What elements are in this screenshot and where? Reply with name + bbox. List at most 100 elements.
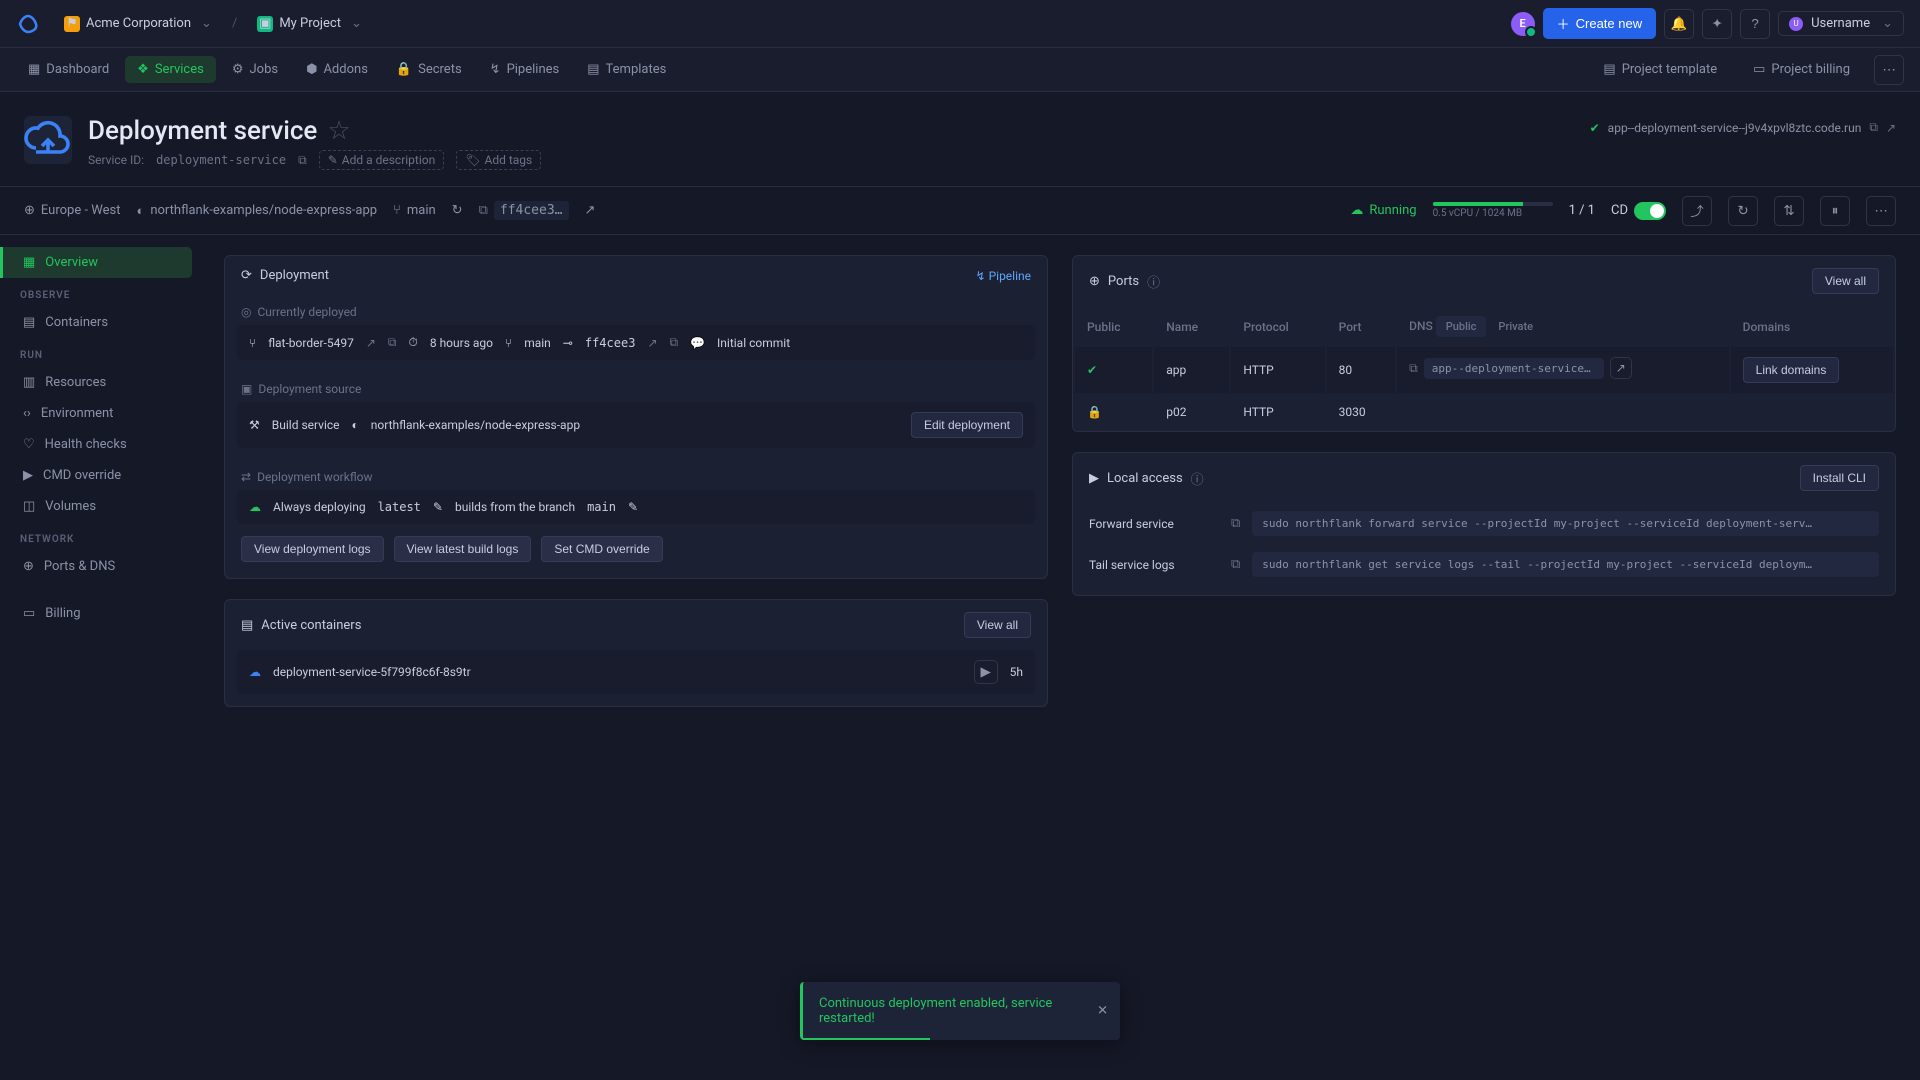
scale-button[interactable]: ⇅ bbox=[1774, 196, 1804, 226]
sidebar-section-observe: OBSERVE bbox=[0, 278, 200, 307]
help-icon[interactable]: ⓘ bbox=[1191, 469, 1204, 488]
tail-command[interactable]: sudo northflank get service logs --tail … bbox=[1252, 552, 1879, 577]
question-icon: ? bbox=[1751, 16, 1758, 31]
wf-prefix: Always deploying bbox=[273, 500, 366, 514]
external-link-icon[interactable]: ↗ bbox=[1886, 121, 1896, 135]
sidebar-volumes[interactable]: ◫Volumes bbox=[0, 491, 200, 522]
pipeline-link[interactable]: ↯ Pipeline bbox=[976, 269, 1031, 283]
install-cli-button[interactable]: Install CLI bbox=[1800, 465, 1879, 491]
copy-icon[interactable]: ⧉ bbox=[1869, 120, 1878, 135]
repo-link[interactable]: ◐northflank-examples/node-express-app bbox=[136, 203, 377, 219]
upload-button[interactable]: ⤴ bbox=[1682, 196, 1712, 226]
project-template-button[interactable]: ▤Project template bbox=[1591, 56, 1729, 83]
tab-dashboard[interactable]: ▦Dashboard bbox=[16, 56, 121, 83]
local-access-title: Local access bbox=[1107, 471, 1183, 486]
sidebar-billing[interactable]: ▭Billing bbox=[0, 598, 200, 629]
copy-icon[interactable]: ⧉ bbox=[298, 153, 307, 168]
copy-icon[interactable]: ⧉ bbox=[670, 335, 679, 350]
breadcrumb: ⚑ Acme Corporation ⌄ / ▣ My Project ⌄ bbox=[56, 12, 370, 36]
disk-icon: ◫ bbox=[23, 499, 35, 514]
source-repo[interactable]: northflank-examples/node-express-app bbox=[371, 418, 580, 432]
copy-icon[interactable]: ⧉ bbox=[1231, 557, 1240, 572]
container-terminal-button[interactable]: ▶ bbox=[974, 660, 998, 684]
dns-private-pill[interactable]: Private bbox=[1488, 316, 1543, 337]
help-button[interactable]: ? bbox=[1740, 9, 1770, 39]
container-icon: ▤ bbox=[241, 618, 253, 633]
org-selector[interactable]: ⚑ Acme Corporation ⌄ bbox=[56, 12, 220, 36]
tab-pipelines[interactable]: ↯Pipelines bbox=[478, 56, 572, 83]
sidebar-section-run: RUN bbox=[0, 338, 200, 367]
project-more-button[interactable]: ⋯ bbox=[1874, 55, 1904, 85]
clock-icon: ⏱ bbox=[408, 335, 417, 350]
pause-button[interactable]: ⏸ bbox=[1820, 196, 1850, 226]
build-name[interactable]: flat-border-5497 bbox=[268, 336, 354, 350]
set-cmd-override-button[interactable]: Set CMD override bbox=[541, 536, 662, 562]
tab-templates[interactable]: ▤Templates bbox=[575, 56, 678, 83]
star-icon[interactable]: ☆ bbox=[327, 116, 350, 146]
external-link-icon[interactable]: ↗ bbox=[1610, 357, 1632, 379]
restart-button[interactable]: ↻ bbox=[1728, 196, 1758, 226]
sidebar-overview[interactable]: ▦Overview bbox=[0, 247, 192, 278]
project-name: My Project bbox=[279, 16, 341, 31]
tab-secrets[interactable]: 🔒Secrets bbox=[384, 56, 474, 83]
notifications-button[interactable]: 🔔 bbox=[1664, 9, 1694, 39]
service-title: Deployment service bbox=[88, 116, 317, 146]
message-icon: 💬 bbox=[690, 336, 705, 350]
rocket-icon: ✦ bbox=[1712, 16, 1723, 32]
refresh-button[interactable]: ↻ bbox=[452, 203, 463, 218]
sidebar-containers[interactable]: ▤Containers bbox=[0, 307, 200, 338]
branch-label[interactable]: ⑂main bbox=[393, 203, 436, 218]
external-link-button[interactable]: ↗ bbox=[585, 203, 596, 218]
more-actions-button[interactable]: ⋯ bbox=[1866, 196, 1896, 226]
external-link-icon[interactable]: ↗ bbox=[647, 336, 657, 350]
view-all-containers-button[interactable]: View all bbox=[964, 612, 1031, 638]
link-domains-button[interactable]: Link domains bbox=[1743, 357, 1840, 383]
sidebar-health[interactable]: ♡Health checks bbox=[0, 429, 200, 460]
view-build-logs-button[interactable]: View latest build logs bbox=[394, 536, 532, 562]
resource-usage: 0.5 vCPU / 1024 MB bbox=[1433, 202, 1553, 219]
service-id: deployment-service bbox=[156, 153, 286, 167]
external-link-icon[interactable]: ↗ bbox=[366, 336, 376, 350]
sidebar-environment[interactable]: ‹›Environment bbox=[0, 398, 200, 429]
project-billing-button[interactable]: ▭Project billing bbox=[1741, 56, 1862, 83]
help-icon[interactable]: ⓘ bbox=[1147, 272, 1160, 291]
sidebar-ports[interactable]: ⊕Ports & DNS bbox=[0, 551, 200, 582]
add-description-button[interactable]: ✎Add a description bbox=[319, 150, 445, 170]
forward-command[interactable]: sudo northflank forward service --projec… bbox=[1252, 511, 1879, 536]
view-all-ports-button[interactable]: View all bbox=[1812, 268, 1879, 294]
view-deploy-logs-button[interactable]: View deployment logs bbox=[241, 536, 384, 562]
user-menu[interactable]: U Username ⌄ bbox=[1778, 11, 1904, 36]
wf-mid: builds from the branch bbox=[455, 500, 575, 514]
tab-addons[interactable]: ⬢Addons bbox=[294, 56, 380, 83]
plus-icon: ＋ bbox=[1557, 14, 1570, 33]
tab-services[interactable]: ❖Services bbox=[125, 56, 216, 83]
cd-toggle[interactable] bbox=[1634, 202, 1666, 220]
toast-close-button[interactable]: ✕ bbox=[1097, 1004, 1108, 1019]
pencil-icon: ✎ bbox=[328, 153, 338, 167]
dns-public-pill[interactable]: Public bbox=[1436, 316, 1487, 337]
sidebar-cmd[interactable]: ▶CMD override bbox=[0, 460, 200, 491]
brand-logo[interactable] bbox=[16, 12, 40, 36]
status-bar: ⊕Europe - West ◐northflank-examples/node… bbox=[0, 187, 1920, 235]
pencil-icon[interactable]: ✎ bbox=[433, 500, 443, 514]
edit-deployment-button[interactable]: Edit deployment bbox=[911, 412, 1023, 438]
create-new-button[interactable]: ＋ Create new bbox=[1543, 8, 1657, 39]
add-tags-button[interactable]: 🏷Add tags bbox=[456, 150, 541, 170]
commit-icon: ⊸ bbox=[563, 336, 573, 350]
tail-label: Tail service logs bbox=[1089, 558, 1219, 572]
user-avatar-badge[interactable]: E bbox=[1511, 12, 1535, 36]
copy-icon[interactable]: ⧉ bbox=[1231, 516, 1240, 531]
pencil-icon[interactable]: ✎ bbox=[628, 500, 638, 514]
sidebar-resources[interactable]: ▥Resources bbox=[0, 367, 200, 398]
port-number: 80 bbox=[1327, 347, 1396, 393]
project-selector[interactable]: ▣ My Project ⌄ bbox=[249, 12, 370, 36]
container-row[interactable]: ☁ deployment-service-5f799f8c6f-8s9tr ▶ … bbox=[237, 650, 1035, 694]
port-protocol: HTTP bbox=[1231, 395, 1324, 429]
copy-icon[interactable]: ⧉ bbox=[1409, 361, 1418, 376]
tab-jobs[interactable]: ⚙Jobs bbox=[220, 56, 290, 83]
copy-icon[interactable]: ⧉ bbox=[479, 203, 488, 218]
ports-title: Ports bbox=[1108, 274, 1139, 289]
sidebar-section-network: NETWORK bbox=[0, 522, 200, 551]
activity-button[interactable]: ✦ bbox=[1702, 9, 1732, 39]
copy-icon[interactable]: ⧉ bbox=[388, 335, 397, 350]
